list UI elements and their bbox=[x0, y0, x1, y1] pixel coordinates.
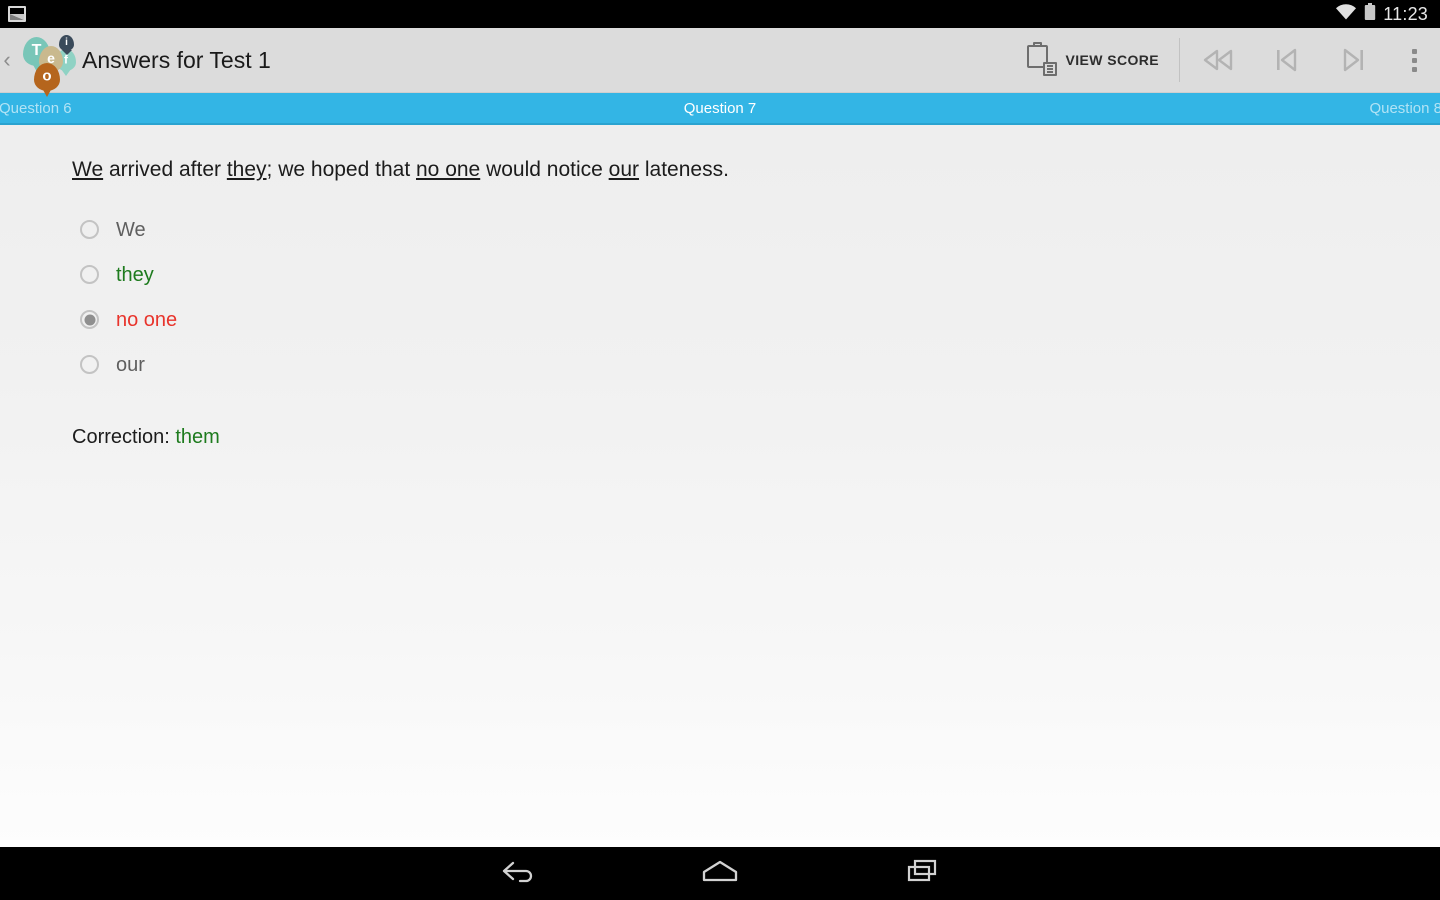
wifi-icon bbox=[1335, 3, 1357, 25]
tab-question-current[interactable]: Question 7 bbox=[684, 100, 757, 117]
answer-option-0[interactable]: We bbox=[72, 207, 1440, 252]
view-score-label: VIEW SCORE bbox=[1065, 52, 1159, 68]
correction-value: them bbox=[175, 426, 220, 449]
rewind-button[interactable] bbox=[1184, 28, 1252, 93]
correction-row: Correction: them bbox=[72, 426, 1440, 449]
app-logo-icon: T f e i o bbox=[18, 31, 76, 91]
correction-label: Correction: bbox=[72, 426, 176, 449]
recent-apps-button[interactable] bbox=[893, 847, 953, 900]
question-segment: We bbox=[72, 158, 104, 181]
skip-next-icon bbox=[1340, 46, 1368, 74]
app-toolbar: ‹ T f e i o Answers for Test 1 VIEW SCOR… bbox=[0, 28, 1440, 93]
tab-question-next[interactable]: Question 8 bbox=[1369, 100, 1440, 117]
radio-button-icon[interactable] bbox=[80, 220, 99, 240]
logo-letter-i: i bbox=[65, 36, 68, 48]
question-tab-strip: Question 6 Question 7 Question 8 bbox=[0, 93, 1440, 125]
skip-previous-icon bbox=[1272, 46, 1300, 74]
question-segment: ; we hoped that bbox=[266, 158, 416, 181]
overflow-menu-icon[interactable] bbox=[1388, 28, 1440, 93]
back-button[interactable] bbox=[487, 847, 547, 900]
status-bar: 11:23 bbox=[0, 0, 1440, 28]
radio-button-icon-selected[interactable] bbox=[80, 310, 99, 330]
rewind-icon bbox=[1201, 47, 1235, 73]
back-arrow-icon bbox=[496, 856, 538, 891]
answer-options-group: We they no one our bbox=[72, 207, 1440, 387]
tab-question-previous[interactable]: Question 6 bbox=[0, 100, 72, 117]
radio-button-icon[interactable] bbox=[80, 265, 99, 285]
status-bar-clock: 11:23 bbox=[1383, 3, 1428, 24]
answer-option-label: no one bbox=[116, 308, 178, 331]
answer-option-label: our bbox=[116, 353, 145, 376]
answer-option-label: We bbox=[116, 218, 146, 241]
battery-icon bbox=[1364, 2, 1376, 26]
answer-option-label: they bbox=[116, 263, 154, 286]
home-button[interactable] bbox=[690, 847, 750, 900]
status-bar-notifications bbox=[8, 6, 26, 22]
view-score-button[interactable]: VIEW SCORE bbox=[1023, 28, 1175, 92]
question-segment: lateness. bbox=[639, 158, 729, 181]
answer-review-panel: We arrived after they; we hoped that no … bbox=[0, 125, 1440, 847]
previous-question-button[interactable] bbox=[1252, 28, 1320, 93]
question-segment: they bbox=[226, 158, 267, 181]
status-bar-system-icons: 11:23 bbox=[1335, 2, 1428, 26]
radio-button-icon[interactable] bbox=[80, 355, 99, 375]
clipboard-list-icon bbox=[1026, 42, 1057, 76]
question-segment: arrived after bbox=[103, 158, 227, 181]
answer-option-2[interactable]: no one bbox=[72, 297, 1440, 342]
screenshot-icon bbox=[8, 6, 26, 22]
question-segment: would notice bbox=[480, 158, 609, 181]
page-title: Answers for Test 1 bbox=[82, 46, 271, 73]
android-tablet-screen: 11:23 ‹ T f e i o Answers for Test 1 VIE… bbox=[0, 0, 1440, 900]
question-segment: no one bbox=[416, 158, 481, 181]
up-navigation-icon[interactable]: ‹ bbox=[0, 49, 18, 71]
answer-option-1[interactable]: they bbox=[72, 252, 1440, 297]
logo-letter-o: o bbox=[42, 67, 52, 85]
home-icon bbox=[698, 856, 742, 891]
toolbar-actions: VIEW SCORE bbox=[1023, 28, 1440, 92]
question-text: We arrived after they; we hoped that no … bbox=[72, 156, 1440, 183]
answer-option-3[interactable]: our bbox=[72, 342, 1440, 387]
system-navigation-bar bbox=[0, 847, 1440, 900]
toolbar-divider bbox=[1179, 38, 1180, 82]
question-segment: our bbox=[608, 158, 640, 181]
recent-apps-icon bbox=[903, 856, 943, 891]
next-question-button[interactable] bbox=[1320, 28, 1388, 93]
